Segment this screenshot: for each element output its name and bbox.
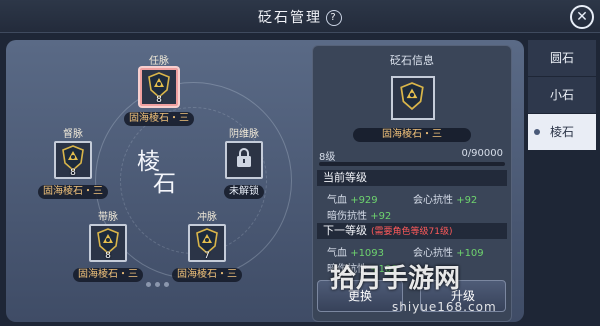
stone-slot[interactable]: 8 [89,224,127,262]
node-renmai[interactable]: 任脉 8 固海棱石・三 [109,52,209,126]
node-label: 任脉 [149,56,169,67]
help-icon[interactable]: ? [326,10,342,26]
level-requirement: (需要角色等级71级) [371,227,453,237]
current-stat-crit-res: 会心抗性 +92 [413,195,478,206]
tab-small-stone[interactable]: 小石 [528,77,596,114]
exp-text: 0/90000 [461,148,503,159]
stone-level: 7 [204,251,210,261]
stone-name: 未解锁 [224,185,264,199]
page-indicator [146,272,173,291]
stone-name: 固海棱石・三 [38,185,108,199]
current-level-header: 当前等级 [317,170,507,186]
stone-level-text: 8级 [319,152,336,163]
stone-type-tabs: 圆石 小石 棱石 [528,40,596,151]
stone-name: 固海棱石・三 [124,112,194,126]
page-title: 砭石管理? [0,7,600,27]
stone-level: 8 [105,251,111,261]
selected-stone-slot [391,76,435,120]
stone-slot[interactable]: 8 [140,68,178,106]
stone-level: 8 [70,168,76,178]
next-stat-crit-res: 会心抗性 +109 [413,248,484,259]
tab-prism-stone[interactable]: 棱石 [528,114,596,151]
node-dumai[interactable]: 督脉 8 固海棱石・三 [23,125,123,199]
stone-icon [400,82,424,110]
tab-round-stone[interactable]: 圆石 [528,40,596,77]
stone-name: 固海棱石・三 [73,268,143,282]
title-bar: 砭石管理? ✕ [0,0,600,33]
node-chongmai[interactable]: 冲脉 7 固海棱石・三 [157,208,257,282]
node-label: 带脉 [98,212,118,223]
next-stat-hp: 气血 +1093 [327,248,385,259]
node-yinweimai[interactable]: 阴维脉 未解锁 [194,125,294,199]
selected-stone-name: 固海棱石・三 [353,128,471,142]
stone-level: 8 [156,95,162,105]
lock-icon [237,148,251,167]
stone-slot-locked[interactable] [225,141,263,179]
stone-name: 固海棱石・三 [172,268,242,282]
exp-bar [319,162,505,166]
next-level-header: 下一等级 (需要角色等级71级) [317,223,507,239]
active-dot-icon [534,129,540,135]
stone-slot[interactable]: 8 [54,141,92,179]
current-stat-injury-res: 暗伤抗性 +92 [327,211,392,222]
node-label: 阴维脉 [229,129,259,140]
watermark-logo: 拾月手游网 [330,264,461,294]
watermark-url: shiyue168.com [392,300,497,314]
current-stat-hp: 气血 +929 [327,195,378,206]
stone-slot[interactable]: 7 [188,224,226,262]
node-daimai[interactable]: 带脉 8 固海棱石・三 [58,208,158,282]
close-icon[interactable]: ✕ [570,5,594,29]
node-label: 督脉 [63,129,83,140]
node-label: 冲脉 [197,212,217,223]
info-title: 砭石信息 [390,54,434,67]
